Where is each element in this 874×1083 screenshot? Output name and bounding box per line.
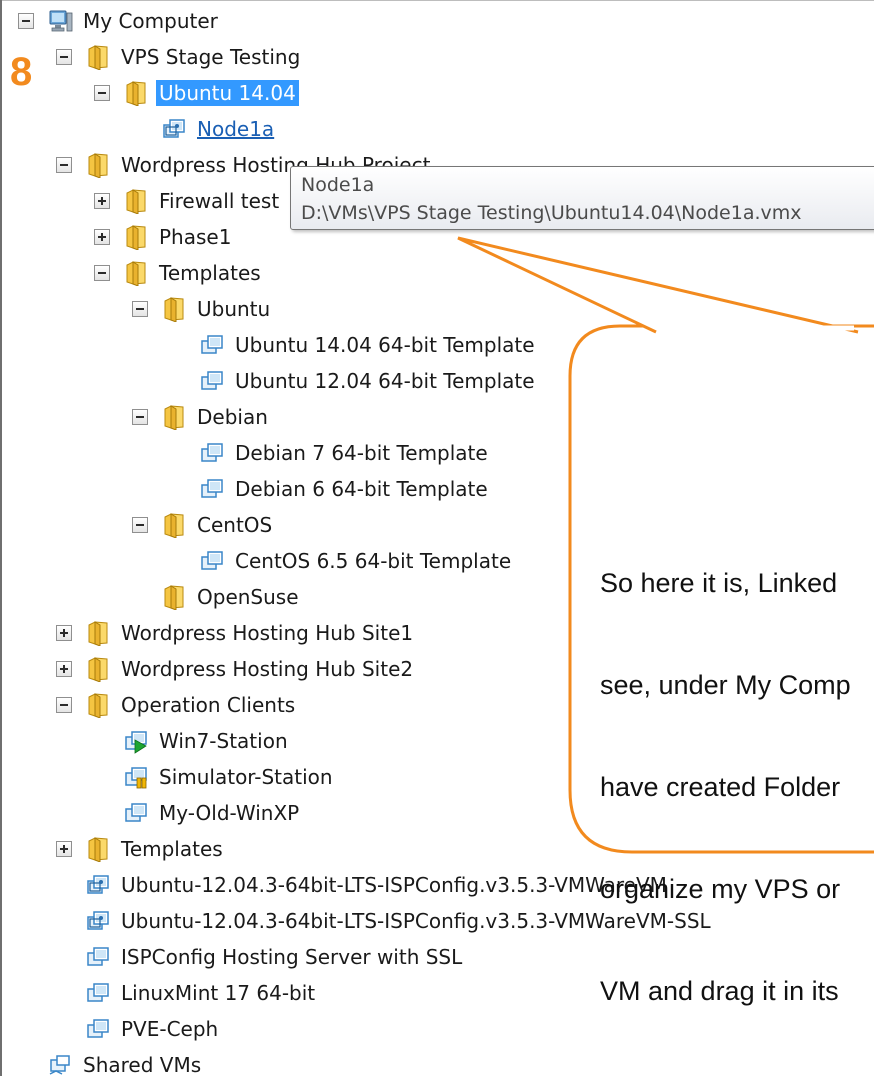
tooltip-path: D:\VMs\VPS Stage Testing\Ubuntu14.04\Nod… — [301, 202, 802, 224]
callout-line: have created Folder — [600, 772, 841, 802]
callout-line: So here it is, Linked — [600, 568, 838, 598]
callout-line: VM and drag it in its — [600, 976, 839, 1006]
callout-pointer — [457, 236, 859, 334]
callout-line: see, under My Comp — [600, 670, 851, 700]
callout-line: organize my VPS or — [600, 874, 841, 904]
tooltip-title: Node1a — [301, 174, 375, 196]
callout-text: So here it is, Linked see, under My Comp… — [600, 498, 874, 1042]
vm-path-tooltip: Node1a D:\VMs\VPS Stage Testing\Ubuntu14… — [290, 166, 874, 230]
